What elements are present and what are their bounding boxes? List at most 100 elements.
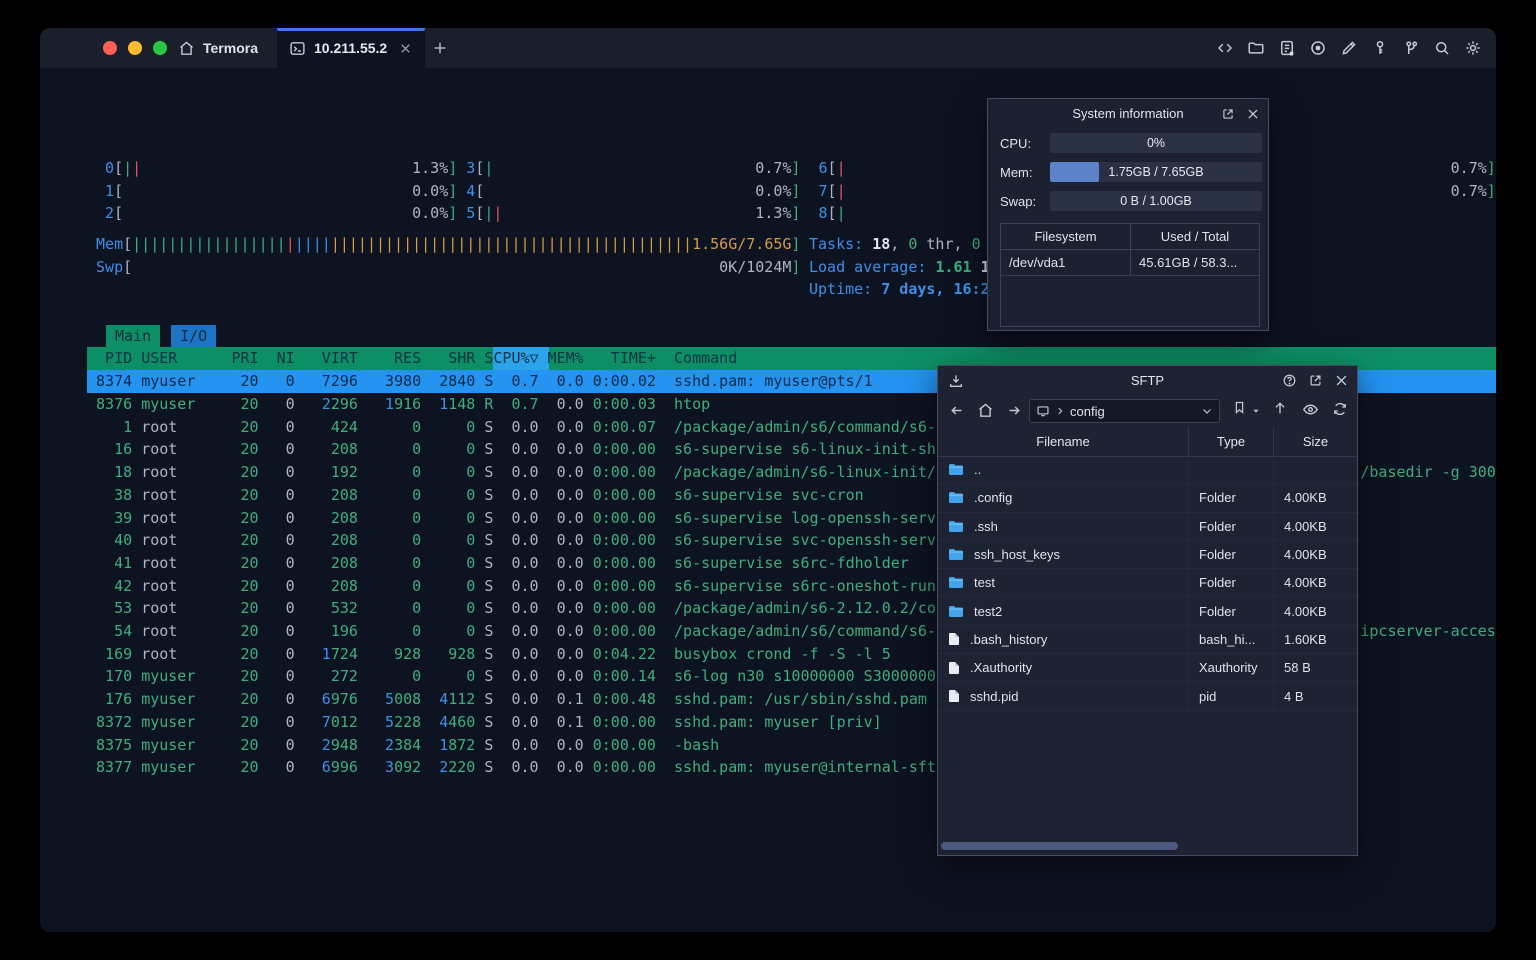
- file-type: [1188, 456, 1273, 484]
- folder-icon: [948, 548, 964, 561]
- cpu-meter-line: 1[ 0.0%] 4[ 0.0%] 7[| 0.7%]: [96, 181, 1496, 200]
- htop-tab-io[interactable]: I/O: [171, 324, 217, 348]
- sysinfo-value: 0 B / 1.00GB: [1120, 194, 1192, 208]
- tab-termora-label: Termora: [203, 40, 258, 56]
- upload-icon[interactable]: [1272, 400, 1288, 416]
- close-tab-icon[interactable]: [399, 42, 412, 55]
- sftp-file-row[interactable]: test2 Folder 4.00KB: [938, 597, 1357, 626]
- htop-screen-tabs: Main I/O: [106, 324, 217, 348]
- gear-icon[interactable]: [1464, 39, 1482, 57]
- chevron-down-icon[interactable]: [1201, 405, 1213, 417]
- home-icon: [178, 40, 195, 57]
- sftp-column-headers[interactable]: Filename Type Size: [938, 427, 1357, 457]
- sftp-file-row[interactable]: .ssh Folder 4.00KB: [938, 512, 1357, 541]
- cpu-meter-line: 2[ 0.0%] 5[|| 1.3%] 8[|: [96, 204, 846, 223]
- path-field[interactable]: config: [1029, 399, 1220, 423]
- tab-bar: Termora 10.211.55.2: [40, 28, 1496, 68]
- file-type: Xauthority: [1188, 654, 1273, 682]
- sftp-file-row[interactable]: sshd.pid pid 4 B: [938, 682, 1357, 711]
- file-size: [1273, 456, 1357, 484]
- sftp-column-header[interactable]: Filename: [938, 427, 1188, 456]
- bookmark-icon[interactable]: [1232, 400, 1247, 415]
- process-row[interactable]: 42 root 20 0 208 0 0 S 0.0 0.0 0:00.00 s…: [87, 575, 936, 598]
- process-row[interactable]: 8377 myuser 20 0 6996 3092 2220 S 0.0 0.…: [87, 756, 936, 779]
- sftp-column-header[interactable]: Type: [1188, 427, 1273, 456]
- toolbar-right: [1216, 28, 1482, 68]
- process-row[interactable]: 169 root 20 0 1724 928 928 S 0.0 0.0 0:0…: [87, 643, 891, 666]
- process-row[interactable]: 41 root 20 0 208 0 0 S 0.0 0.0 0:00.00 s…: [87, 552, 909, 575]
- sftp-column-header[interactable]: Size: [1273, 427, 1357, 456]
- swp-meter: Swp[ 0K/1024M]: [96, 257, 801, 276]
- process-row[interactable]: 8375 myuser 20 0 2948 2384 1872 S 0.0 0.…: [87, 734, 719, 757]
- process-row[interactable]: 176 myuser 20 0 6976 5008 4112 S 0.0 0.1…: [87, 688, 927, 711]
- tab-host[interactable]: 10.211.55.2: [277, 28, 425, 68]
- file-name: .config: [974, 490, 1013, 506]
- process-row[interactable]: 40 root 20 0 208 0 0 S 0.0 0.0 0:00.00 s…: [87, 529, 936, 552]
- sftp-file-row[interactable]: test Folder 4.00KB: [938, 569, 1357, 598]
- process-row[interactable]: 53 root 20 0 532 0 0 S 0.0 0.0 0:00.00 /…: [87, 597, 936, 620]
- fs-table-header: Filesystem: [1001, 224, 1131, 249]
- process-row[interactable]: 39 root 20 0 208 0 0 S 0.0 0.0 0:00.00 s…: [87, 507, 936, 530]
- tab-termora[interactable]: Termora: [178, 28, 258, 68]
- folder-icon[interactable]: [1247, 39, 1265, 57]
- app-window: Termora 10.211.55.2 Main I/O PID USER PR…: [40, 28, 1496, 932]
- file-size: 4 B: [1273, 682, 1357, 710]
- file-name: test2: [974, 603, 1003, 619]
- code-icon[interactable]: [1216, 39, 1234, 57]
- sysinfo-label: Swap:: [1000, 193, 1037, 209]
- sftp-file-row[interactable]: .config Folder 4.00KB: [938, 484, 1357, 513]
- active-tab-accent: [277, 28, 425, 31]
- htop-tab-main[interactable]: Main: [106, 324, 161, 348]
- close-icon[interactable]: [1246, 107, 1260, 121]
- sysinfo-label: Mem:: [1000, 164, 1033, 180]
- close-window-button[interactable]: [103, 41, 117, 55]
- back-icon[interactable]: [948, 402, 965, 419]
- process-row[interactable]: 1 root 20 0 424 0 0 S 0.0 0.0 0:00.07 /p…: [87, 416, 936, 439]
- sysinfo-progress-bar: 0 B / 1.00GB: [1050, 191, 1262, 211]
- tasks-line: Tasks: 18, 0 thr, 0 k: [809, 235, 999, 253]
- folder-icon: [948, 576, 964, 589]
- caret-down-icon[interactable]: [1251, 406, 1261, 416]
- process-row[interactable]: 16 root 20 0 208 0 0 S 0.0 0.0 0:00.00 s…: [87, 438, 936, 461]
- log-icon[interactable]: [1278, 39, 1296, 57]
- process-row[interactable]: 8372 myuser 20 0 7012 5228 4460 S 0.0 0.…: [87, 711, 882, 734]
- sftp-file-row[interactable]: ..: [938, 456, 1357, 485]
- file-type: Folder: [1188, 484, 1273, 512]
- refresh-icon[interactable]: [1332, 401, 1348, 417]
- file-name: sshd.pid: [970, 688, 1019, 704]
- record-icon[interactable]: [1309, 39, 1327, 57]
- open-in-window-icon[interactable]: [1308, 373, 1323, 388]
- uptime-line: Uptime: 7 days, 16:28: [809, 280, 999, 299]
- fs-name: /dev/vda1: [1001, 249, 1131, 275]
- close-icon[interactable]: [1334, 373, 1349, 388]
- open-in-window-icon[interactable]: [1221, 107, 1235, 121]
- file-size: 4.00KB: [1273, 512, 1357, 540]
- zoom-window-button[interactable]: [153, 41, 167, 55]
- process-row[interactable]: 8376 myuser 20 0 2296 1916 1148 R 0.7 0.…: [87, 393, 710, 416]
- sftp-file-row[interactable]: ssh_host_keys Folder 4.00KB: [938, 540, 1357, 570]
- terminal-icon: [289, 40, 306, 57]
- search-icon[interactable]: [1433, 39, 1451, 57]
- file-type: Folder: [1188, 540, 1273, 569]
- process-row[interactable]: 170 myuser 20 0 272 0 0 S 0.0 0.0 0:00.1…: [87, 665, 936, 688]
- minimize-window-button[interactable]: [128, 41, 142, 55]
- folder-icon: [948, 491, 964, 504]
- new-tab-button[interactable]: [432, 40, 448, 56]
- pencil-icon[interactable]: [1340, 39, 1358, 57]
- home-icon[interactable]: [977, 402, 994, 419]
- branch-icon[interactable]: [1402, 39, 1420, 57]
- horizontal-scrollbar[interactable]: [941, 842, 1178, 850]
- file-type: bash_hi...: [1188, 625, 1273, 654]
- file-size: 4.00KB: [1273, 484, 1357, 512]
- process-row[interactable]: 38 root 20 0 208 0 0 S 0.0 0.0 0:00.00 s…: [87, 484, 864, 507]
- help-icon[interactable]: [1282, 373, 1297, 388]
- key-icon[interactable]: [1371, 39, 1389, 57]
- tab-host-label: 10.211.55.2: [314, 40, 388, 56]
- eye-icon[interactable]: [1302, 401, 1319, 418]
- sftp-file-row[interactable]: .Xauthority Xauthority 58 B: [938, 654, 1357, 683]
- load-line: Load average: 1.61 1: [809, 257, 990, 276]
- file-icon: [948, 689, 960, 703]
- sftp-file-row[interactable]: .bash_history bash_hi... 1.60KB: [938, 625, 1357, 655]
- computer-icon: [1036, 404, 1050, 418]
- forward-icon[interactable]: [1006, 402, 1023, 419]
